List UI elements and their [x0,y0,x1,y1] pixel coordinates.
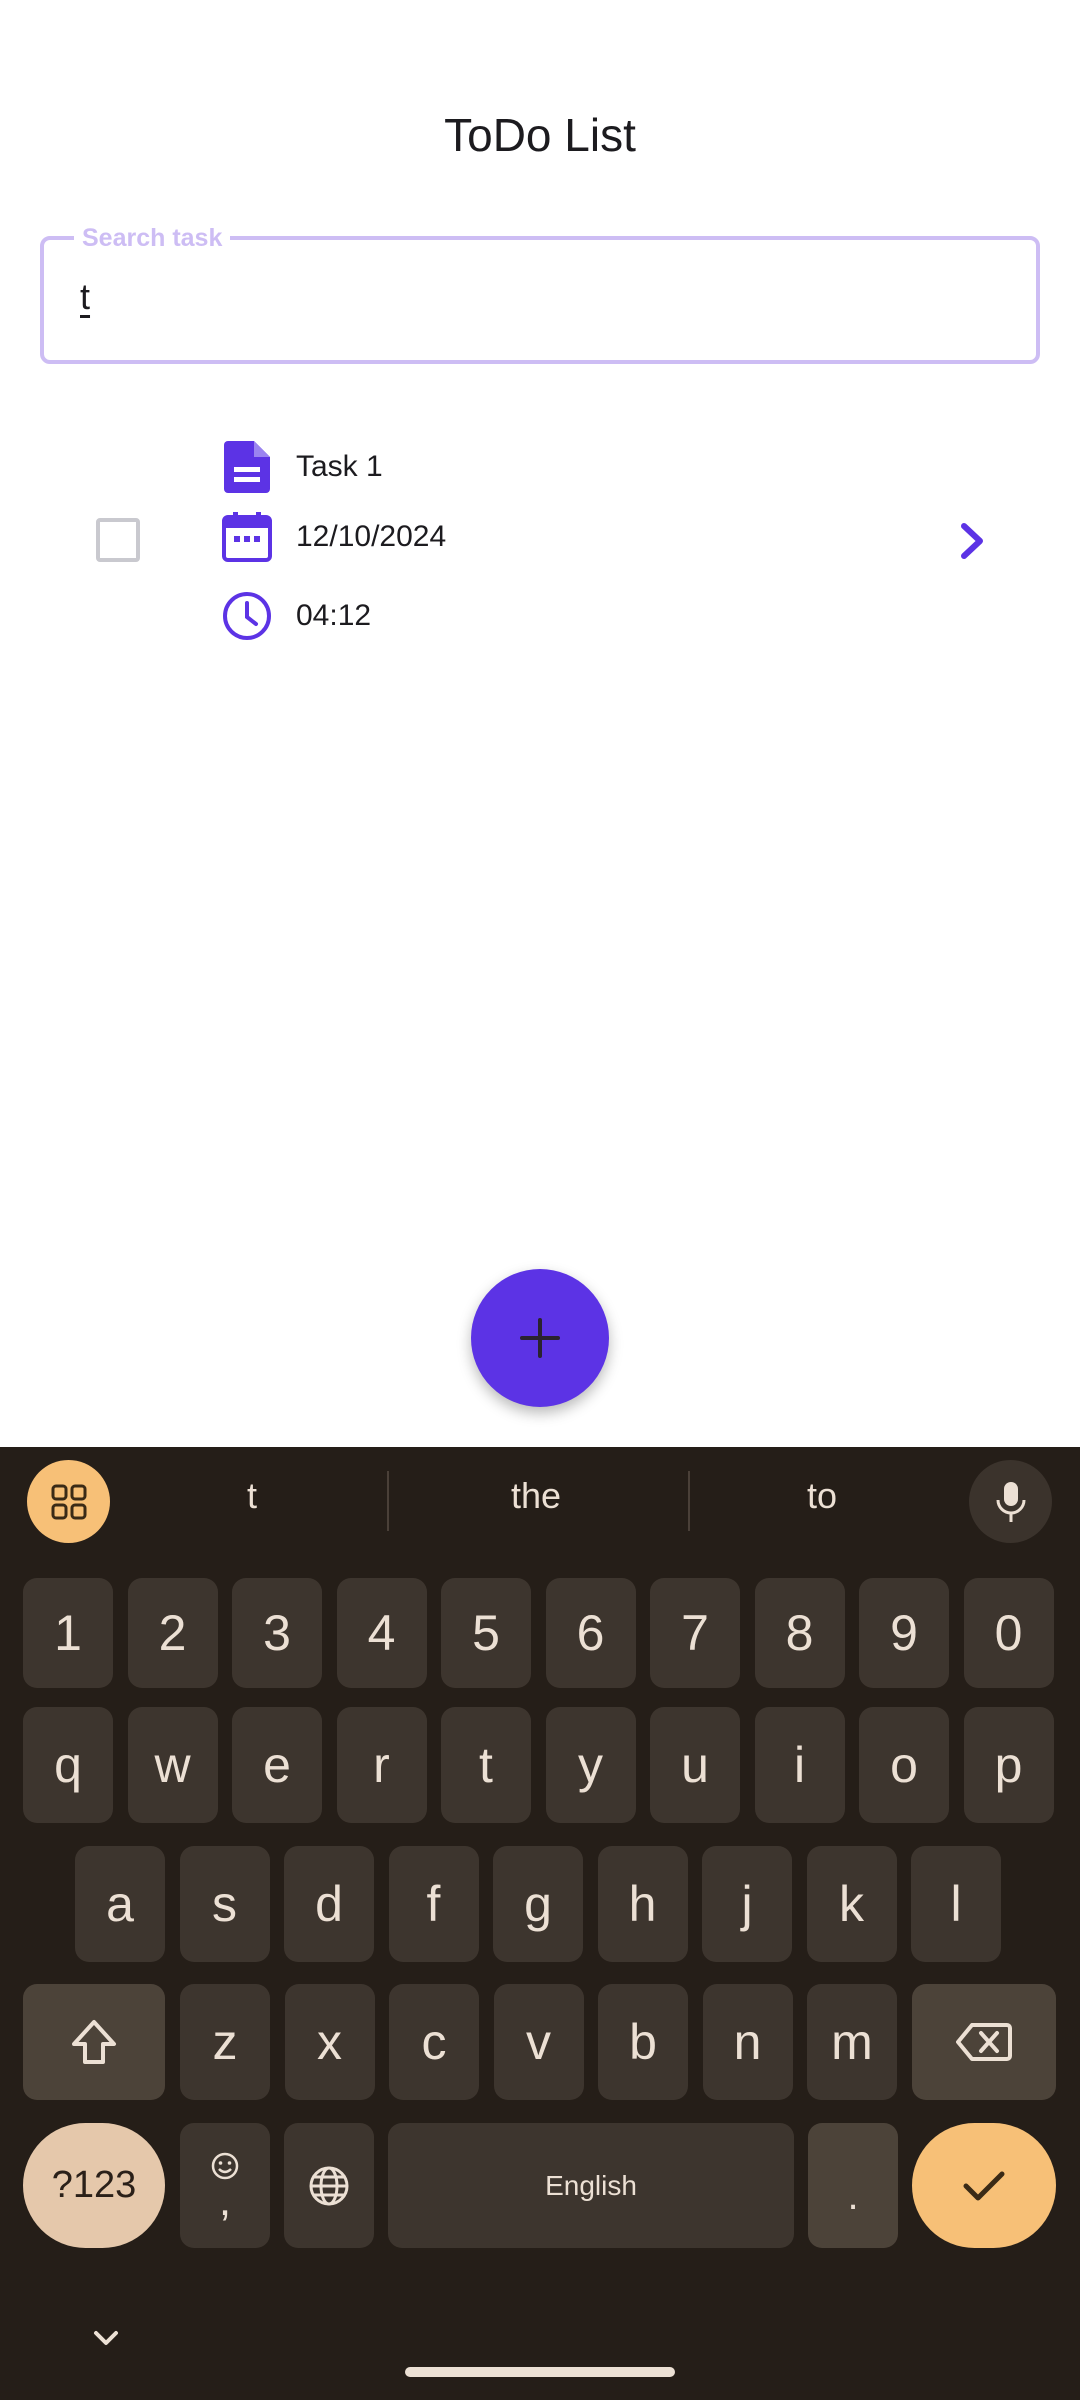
comma-label: , [218,2175,232,2225]
voice-input-button[interactable] [969,1460,1052,1543]
key-k[interactable]: k [806,1846,897,1962]
key-g[interactable]: g [493,1846,583,1962]
task-time-row: 04:12 [220,586,371,646]
task-checkbox[interactable] [96,518,140,562]
key-u[interactable]: u [650,1707,740,1823]
key-c[interactable]: c [389,1984,479,2100]
search-label: Search task [74,223,231,253]
key-3[interactable]: 3 [232,1578,322,1688]
key-0[interactable]: 0 [963,1578,1054,1688]
key-y[interactable]: y [545,1707,636,1823]
language-key[interactable] [284,2123,374,2248]
grid-icon [51,1484,86,1519]
soft-keyboard: t the to 1234567890 qwertyuiop asdfghjkl… [0,1447,1080,2400]
suggestion-divider [387,1471,389,1531]
key-v[interactable]: v [493,1984,584,2100]
key-7[interactable]: 7 [650,1578,740,1688]
plus-icon [520,1318,560,1358]
suggestion-1[interactable]: t [122,1475,382,1517]
suggestion-bar: t the to [0,1447,1080,1557]
task-name-row: Task 1 [220,437,383,497]
search-input[interactable]: Search task t [40,223,1040,364]
key-o[interactable]: o [859,1707,949,1823]
document-icon [220,440,274,494]
key-m[interactable]: m [807,1984,897,2100]
key-5[interactable]: 5 [441,1578,531,1688]
key-1[interactable]: 1 [23,1578,113,1688]
key-x[interactable]: x [284,1984,375,2100]
task-date: 12/10/2024 [296,520,447,553]
key-i[interactable]: i [754,1707,845,1823]
key-b[interactable]: b [598,1984,688,2100]
suggestion-2[interactable]: the [406,1475,666,1517]
key-e[interactable]: e [232,1707,322,1823]
add-task-button[interactable] [471,1269,609,1407]
gesture-handle [405,2367,675,2377]
key-d[interactable]: d [284,1846,374,1962]
todo-screen: ToDo List Search task t Task 1 12/10/202… [0,0,1080,1447]
key-q[interactable]: q [23,1707,113,1823]
key-6[interactable]: 6 [545,1578,636,1688]
key-f[interactable]: f [388,1846,479,1962]
backspace-icon [956,2023,1012,2061]
chevron-right-icon[interactable] [950,516,994,566]
done-key[interactable] [912,2123,1056,2248]
key-p[interactable]: p [963,1707,1054,1823]
key-s[interactable]: s [179,1846,270,1962]
key-r[interactable]: r [336,1707,427,1823]
backspace-key[interactable] [912,1984,1056,2100]
period-key[interactable]: . [808,2123,898,2248]
key-9[interactable]: 9 [859,1578,949,1688]
task-time: 04:12 [296,599,372,632]
key-n[interactable]: n [702,1984,793,2100]
checkmark-icon [963,2171,1005,2200]
key-a[interactable]: a [75,1846,165,1962]
key-z[interactable]: z [180,1984,270,2100]
key-t[interactable]: t [441,1707,531,1823]
suggestion-divider [688,1471,690,1531]
task-date-row: 12/10/2024 [220,507,446,567]
emoji-comma-key[interactable]: , [180,2123,270,2248]
key-8[interactable]: 8 [754,1578,845,1688]
key-w[interactable]: w [127,1707,218,1823]
space-key[interactable]: English [388,2123,794,2248]
task-item[interactable]: Task 1 12/10/2024 04:12 [0,430,1080,650]
microphone-icon [996,1481,1025,1522]
shift-icon [72,2020,116,2064]
clock-icon [220,589,274,643]
key-h[interactable]: h [597,1846,688,1962]
key-l[interactable]: l [911,1846,1001,1962]
globe-icon [309,2166,349,2205]
suggestion-3[interactable]: to [692,1475,952,1517]
page-title: ToDo List [444,109,636,161]
key-2[interactable]: 2 [127,1578,218,1688]
task-name: Task 1 [296,450,383,483]
collapse-keyboard-icon[interactable] [88,2323,124,2353]
key-j[interactable]: j [702,1846,792,1962]
symbols-key[interactable]: ?123 [23,2123,165,2248]
key-4[interactable]: 4 [336,1578,427,1688]
calendar-icon [220,510,274,564]
shift-key[interactable] [23,1984,165,2100]
apps-grid-button[interactable] [27,1460,110,1543]
search-value[interactable]: t [80,276,90,318]
